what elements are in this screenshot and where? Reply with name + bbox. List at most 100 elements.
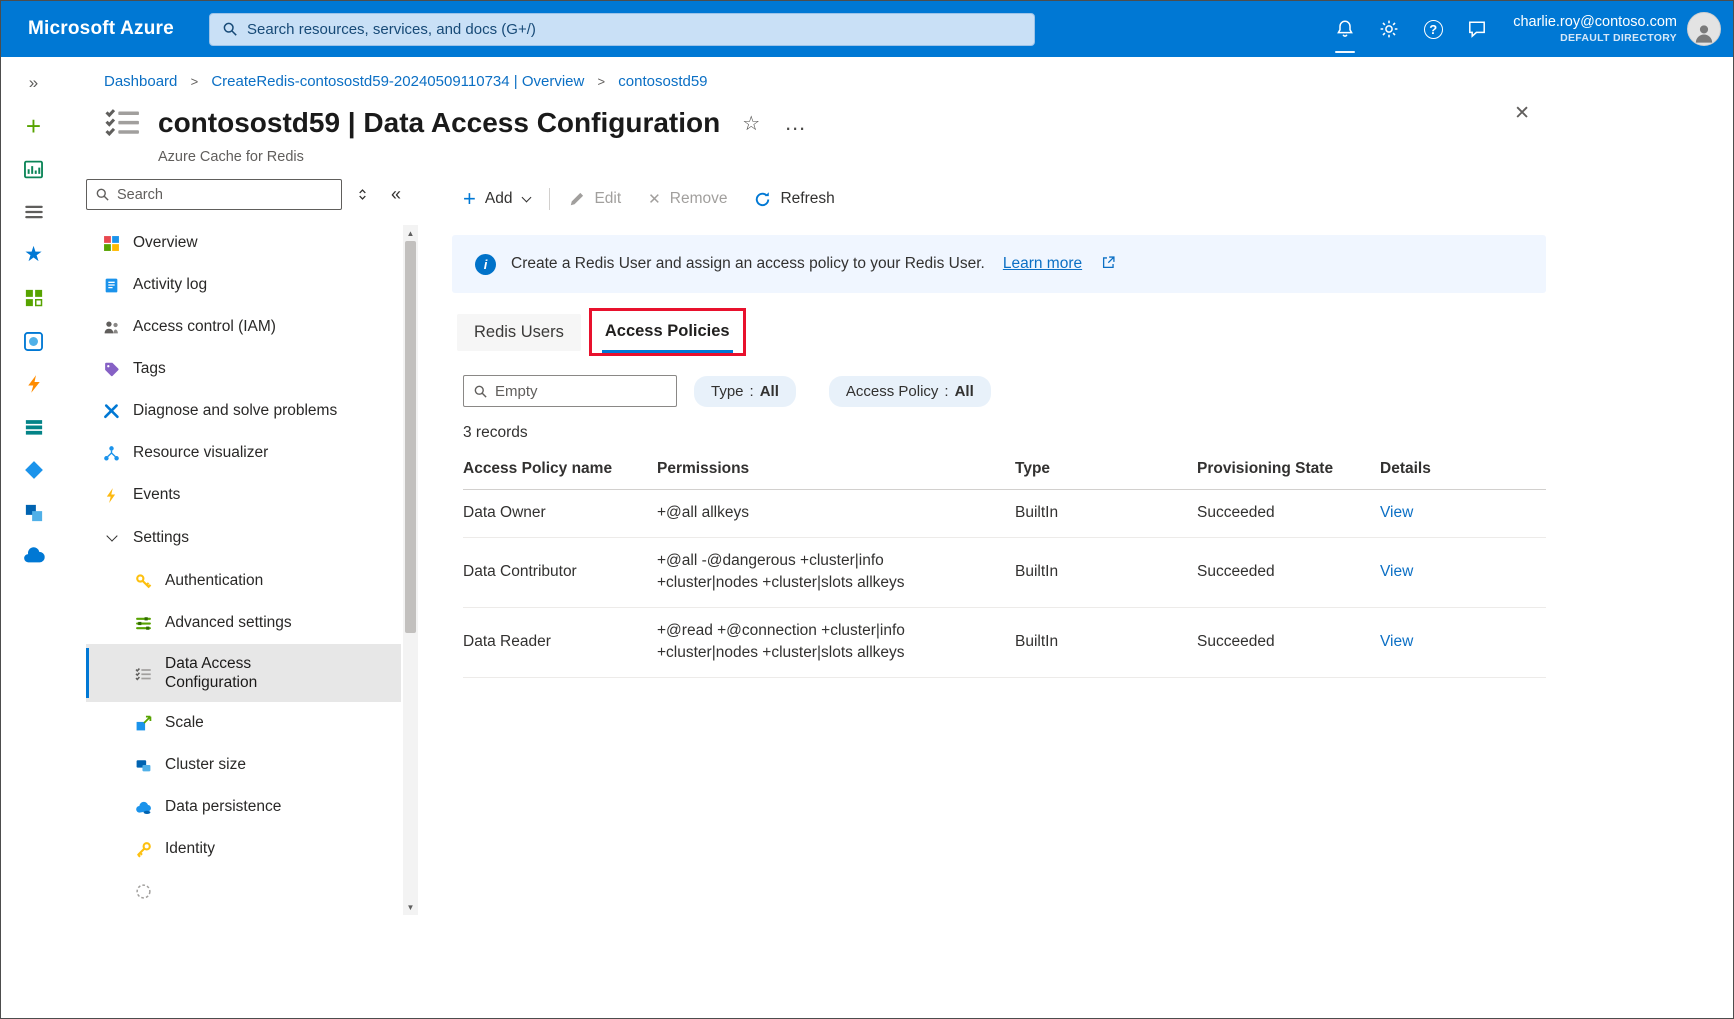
menu-item-activity-log[interactable]: Activity log bbox=[86, 264, 401, 306]
access-policies-table: Access Policy name Permissions Type Prov… bbox=[463, 449, 1546, 678]
menu-item-cluster-size[interactable]: Cluster size bbox=[86, 744, 401, 786]
breadcrumb: Dashboard > CreateRedis-contosostd59-202… bbox=[66, 57, 1546, 90]
menu-item-resource-visualizer[interactable]: Resource visualizer bbox=[86, 432, 401, 474]
cosmos-db-icon[interactable] bbox=[17, 456, 51, 484]
all-services-icon[interactable] bbox=[17, 198, 51, 226]
refresh-button[interactable]: Refresh bbox=[754, 190, 834, 208]
menu-item-data-access-configuration[interactable]: Data Access Configuration bbox=[86, 644, 401, 702]
menu-item-authentication[interactable]: Authentication bbox=[86, 560, 401, 602]
breadcrumb-create-blade[interactable]: CreateRedis-contosostd59-20240509110734 … bbox=[211, 73, 584, 90]
policy-search[interactable] bbox=[463, 375, 677, 407]
resource-visualizer-icon bbox=[102, 444, 121, 463]
menu-item-data-persistence[interactable]: Data persistence bbox=[86, 786, 401, 828]
menu-item-label: Tags bbox=[133, 359, 166, 378]
storage-icon[interactable] bbox=[17, 413, 51, 441]
feedback-icon[interactable] bbox=[1455, 1, 1499, 57]
breadcrumb-separator: > bbox=[598, 74, 606, 89]
cell-permissions: +@all -@dangerous +cluster|info +cluster… bbox=[647, 538, 1005, 607]
avatar[interactable] bbox=[1687, 12, 1721, 46]
close-blade-icon[interactable]: ✕ bbox=[1514, 102, 1530, 125]
menu-item-label: Access control (IAM) bbox=[133, 317, 276, 336]
column-header: Type bbox=[1005, 449, 1187, 489]
breadcrumb-resource[interactable]: contosostd59 bbox=[618, 73, 707, 90]
identity-icon bbox=[134, 840, 153, 859]
menu-item-tags[interactable]: Tags bbox=[86, 348, 401, 390]
menu-item-events[interactable]: Events bbox=[86, 474, 401, 516]
page-subtitle: Azure Cache for Redis bbox=[158, 149, 1546, 165]
create-resource-icon[interactable]: + bbox=[17, 112, 51, 140]
remove-button[interactable]: ✕ Remove bbox=[648, 190, 727, 208]
favorites-icon[interactable]: ★ bbox=[17, 241, 51, 269]
menu-search[interactable] bbox=[86, 179, 342, 210]
tab-access-policies[interactable]: Access Policies bbox=[602, 316, 733, 353]
breadcrumb-separator: > bbox=[191, 74, 199, 89]
menu-item-scale[interactable]: Scale bbox=[86, 702, 401, 744]
info-icon: i bbox=[475, 254, 496, 275]
annotation-highlight-box: Access Policies bbox=[589, 308, 746, 356]
menu-item-partial[interactable] bbox=[86, 870, 401, 912]
expand-collapse-icon[interactable] bbox=[355, 187, 370, 202]
global-search-input[interactable] bbox=[247, 21, 1022, 38]
remove-x-icon: ✕ bbox=[648, 190, 661, 208]
menu-group-settings[interactable]: Settings bbox=[86, 516, 401, 560]
table-row[interactable]: Data Owner +@all allkeys BuiltIn Succeed… bbox=[463, 490, 1546, 537]
table-row[interactable]: Data Reader +@read +@connection +cluster… bbox=[463, 608, 1546, 678]
menu-item-diagnose[interactable]: Diagnose and solve problems bbox=[86, 390, 401, 432]
refresh-icon bbox=[754, 191, 771, 208]
breadcrumb-dashboard[interactable]: Dashboard bbox=[104, 73, 177, 90]
favorite-star-icon[interactable]: ☆ bbox=[742, 111, 760, 136]
settings-gear-icon[interactable] bbox=[1367, 1, 1411, 57]
help-icon[interactable]: ? bbox=[1411, 1, 1455, 57]
add-plus-icon: + bbox=[463, 191, 476, 207]
dashboard-icon[interactable] bbox=[17, 155, 51, 183]
scrollbar-thumb[interactable] bbox=[405, 241, 416, 633]
account-email: charlie.roy@contoso.com bbox=[1513, 13, 1677, 31]
tags-icon bbox=[102, 360, 121, 379]
cloud-services-icon[interactable] bbox=[17, 542, 51, 570]
account-info[interactable]: charlie.roy@contoso.com DEFAULT DIRECTOR… bbox=[1513, 13, 1677, 44]
account-directory: DEFAULT DIRECTORY bbox=[1513, 32, 1677, 45]
record-count: 3 records bbox=[463, 424, 1546, 442]
view-details-link[interactable]: View bbox=[1380, 563, 1413, 580]
filter-pill-type[interactable]: Type : All bbox=[694, 376, 796, 407]
learn-more-link[interactable]: Learn more bbox=[1003, 255, 1082, 273]
search-icon bbox=[95, 187, 110, 202]
scroll-up-arrow[interactable]: ▲ bbox=[407, 225, 415, 241]
expand-rail-icon[interactable]: » bbox=[17, 69, 51, 97]
azure-home-link[interactable]: Microsoft Azure bbox=[1, 18, 209, 40]
add-button[interactable]: + Add bbox=[463, 190, 530, 208]
function-app-icon[interactable] bbox=[17, 370, 51, 398]
cell-provisioning-state: Succeeded bbox=[1187, 549, 1370, 595]
scroll-down-arrow[interactable]: ▼ bbox=[407, 899, 415, 915]
scale-icon bbox=[134, 714, 153, 733]
menu-item-overview[interactable]: Overview bbox=[86, 222, 401, 264]
cell-type: BuiltIn bbox=[1005, 490, 1187, 536]
filter-pill-access-policy[interactable]: Access Policy : All bbox=[829, 376, 991, 407]
tab-redis-users[interactable]: Redis Users bbox=[457, 314, 581, 351]
cell-permissions: +@read +@connection +cluster|info +clust… bbox=[647, 608, 1005, 677]
menu-item-advanced-settings[interactable]: Advanced settings bbox=[86, 602, 401, 644]
notifications-icon[interactable] bbox=[1323, 1, 1367, 57]
policy-search-input[interactable] bbox=[495, 383, 667, 400]
menu-item-label: Cluster size bbox=[165, 755, 246, 774]
column-header: Permissions bbox=[647, 449, 1005, 489]
view-details-link[interactable]: View bbox=[1380, 504, 1413, 521]
global-search[interactable] bbox=[209, 13, 1035, 46]
external-link-icon bbox=[1102, 256, 1115, 269]
menu-item-label: Authentication bbox=[165, 571, 263, 590]
events-icon bbox=[102, 486, 121, 505]
collapse-menu-icon[interactable]: « bbox=[391, 184, 401, 205]
resource-menu-header: « bbox=[86, 179, 401, 210]
topbar-actions: ? charlie.roy@contoso.com DEFAULT DIRECT… bbox=[1323, 1, 1733, 57]
virtual-machines-icon[interactable] bbox=[17, 499, 51, 527]
menu-item-identity[interactable]: Identity bbox=[86, 828, 401, 870]
monitor-icon[interactable] bbox=[17, 327, 51, 355]
view-details-link[interactable]: View bbox=[1380, 633, 1413, 650]
all-resources-icon[interactable] bbox=[17, 284, 51, 312]
menu-search-input[interactable] bbox=[117, 187, 333, 203]
menu-item-access-control[interactable]: Access control (IAM) bbox=[86, 306, 401, 348]
table-row[interactable]: Data Contributor +@all -@dangerous +clus… bbox=[463, 538, 1546, 608]
more-options-icon[interactable]: … bbox=[784, 118, 808, 128]
edit-button[interactable]: Edit bbox=[569, 190, 621, 208]
access-control-icon bbox=[102, 318, 121, 337]
